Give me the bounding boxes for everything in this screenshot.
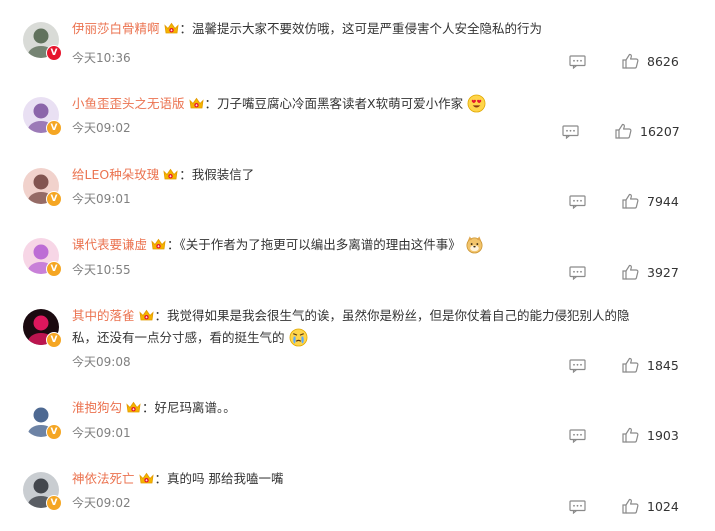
separator: ： (204, 96, 218, 111)
username-link[interactable]: 小鱼歪歪头之无语版 (72, 96, 185, 111)
avatar[interactable]: V (23, 309, 62, 348)
v-verified-icon: V (46, 120, 62, 136)
comment-time: 今天09:02 (72, 496, 131, 510)
username-link[interactable]: 给LEO种朵玫瑰 (72, 167, 159, 182)
comment-text-line: 其中的落雀 ：我觉得如果是我会很生气的诶，虽然你是粉丝，但是你仗着自己的能力侵犯… (72, 305, 630, 327)
vip-crown-icon (163, 168, 178, 180)
comment-text-line: 小鱼歪歪头之无语版 ：刀子嘴豆腐心冷面黑客读者X软萌可爱小作家 (72, 93, 486, 115)
like-button[interactable]: 7944 (622, 192, 679, 210)
comment-body: 《关于作者为了拖更可以编出多离谱的理由这件事》 (179, 237, 461, 252)
comment-text-line: 给LEO种朵玫瑰 ：我假装信了 (72, 164, 254, 186)
comment-text-line: 淮抱狗勾 ：好尼玛离谱。。 (72, 397, 236, 419)
separator: ： (179, 21, 193, 36)
like-button[interactable]: 1903 (622, 426, 679, 444)
comment-body: 温馨提示大家不要效仿哦，这可是严重侵害个人安全隐私的行为 (192, 21, 543, 36)
comment-body: 刀子嘴豆腐心冷面黑客读者X软萌可爱小作家 (217, 96, 464, 111)
vip-crown-icon (138, 309, 154, 321)
thumbs-up-icon (622, 357, 639, 373)
angry-tears-emoji (289, 328, 308, 347)
avatar[interactable]: V (23, 97, 62, 136)
v-verified-icon: V (46, 332, 62, 348)
comment-time: 今天09:08 (72, 355, 131, 369)
comment-text-line: 伊丽莎白骨精啊 ：温馨提示大家不要效仿哦，这可是严重侵害个人安全隐私的行为 (72, 18, 542, 40)
separator: ： (154, 471, 168, 486)
comment-body: 真的吗 那给我嗑一嘴 (167, 471, 284, 486)
vip-crown-icon (126, 401, 141, 413)
reply-comment-icon[interactable] (569, 265, 586, 281)
vip-crown-icon (163, 22, 179, 34)
avatar[interactable]: V (23, 168, 62, 207)
like-button[interactable]: 1845 (622, 356, 679, 374)
thumbs-up-icon (622, 53, 639, 69)
like-count: 1903 (647, 427, 679, 443)
doge-emoji (465, 235, 484, 254)
thumbs-up-icon (622, 427, 639, 443)
username-link[interactable]: 伊丽莎白骨精啊 (72, 21, 160, 36)
like-button[interactable]: 8626 (622, 52, 679, 70)
like-count: 16207 (640, 123, 680, 139)
comment-text-line-2: 私，还没有一点分寸感，看的挺生气的 (72, 327, 308, 349)
comment-body: 我觉得如果是我会很生气的诶，虽然你是粉丝，但是你仗着自己的能力侵犯别人的隐 (167, 308, 630, 323)
like-button[interactable]: 16207 (615, 122, 680, 140)
v-verified-icon: V (46, 45, 62, 61)
reply-comment-icon[interactable] (562, 124, 579, 140)
v-verified-icon: V (46, 261, 62, 277)
username-link[interactable]: 神依法死亡 (72, 471, 135, 486)
thumbs-up-icon (622, 498, 639, 514)
like-count: 1024 (647, 498, 679, 514)
vip-crown-icon (151, 238, 166, 250)
comment-time: 今天09:01 (72, 192, 131, 206)
comment-text-line: 神依法死亡 ：真的吗 那给我嗑一嘴 (72, 468, 284, 490)
comment-body: 好尼玛离谱。。 (154, 400, 236, 415)
comment-time: 今天09:01 (72, 426, 131, 440)
like-count: 1845 (647, 357, 679, 373)
like-count: 3927 (647, 264, 679, 280)
comment-body: 我假装信了 (191, 167, 255, 182)
avatar[interactable]: V (23, 22, 62, 61)
reply-comment-icon[interactable] (569, 54, 586, 70)
reply-comment-icon[interactable] (569, 358, 586, 374)
vip-crown-icon (188, 97, 204, 109)
reply-comment-icon[interactable] (569, 194, 586, 210)
reply-comment-icon[interactable] (569, 428, 586, 444)
avatar[interactable]: V (23, 238, 62, 277)
username-link[interactable]: 淮抱狗勾 (72, 400, 122, 415)
comment-time: 今天10:55 (72, 263, 131, 277)
v-verified-icon: V (46, 191, 62, 207)
thumbs-up-icon (622, 193, 639, 209)
like-count: 7944 (647, 193, 679, 209)
comment-time: 今天10:36 (72, 51, 131, 65)
separator: ： (179, 167, 192, 182)
reply-comment-icon[interactable] (569, 499, 586, 515)
separator: ： (154, 308, 168, 323)
comment-time: 今天09:02 (72, 121, 131, 135)
v-verified-icon: V (46, 424, 62, 440)
heart-eyes-emoji (467, 94, 486, 113)
comment-body-continued: 私，还没有一点分寸感，看的挺生气的 (72, 330, 285, 345)
like-count: 8626 (647, 53, 679, 69)
vip-crown-icon (138, 472, 154, 484)
username-link[interactable]: 其中的落雀 (72, 308, 135, 323)
comment-text-line: 课代表要谦虚 ：《关于作者为了拖更可以编出多离谱的理由这件事》 (72, 234, 484, 256)
like-button[interactable]: 1024 (622, 497, 679, 515)
username-link[interactable]: 课代表要谦虚 (72, 237, 147, 252)
like-button[interactable]: 3927 (622, 263, 679, 281)
v-verified-icon: V (46, 495, 62, 511)
avatar[interactable]: V (23, 401, 62, 440)
thumbs-up-icon (615, 123, 632, 139)
thumbs-up-icon (622, 264, 639, 280)
separator: ： (167, 237, 180, 252)
avatar[interactable]: V (23, 472, 62, 511)
separator: ： (142, 400, 155, 415)
